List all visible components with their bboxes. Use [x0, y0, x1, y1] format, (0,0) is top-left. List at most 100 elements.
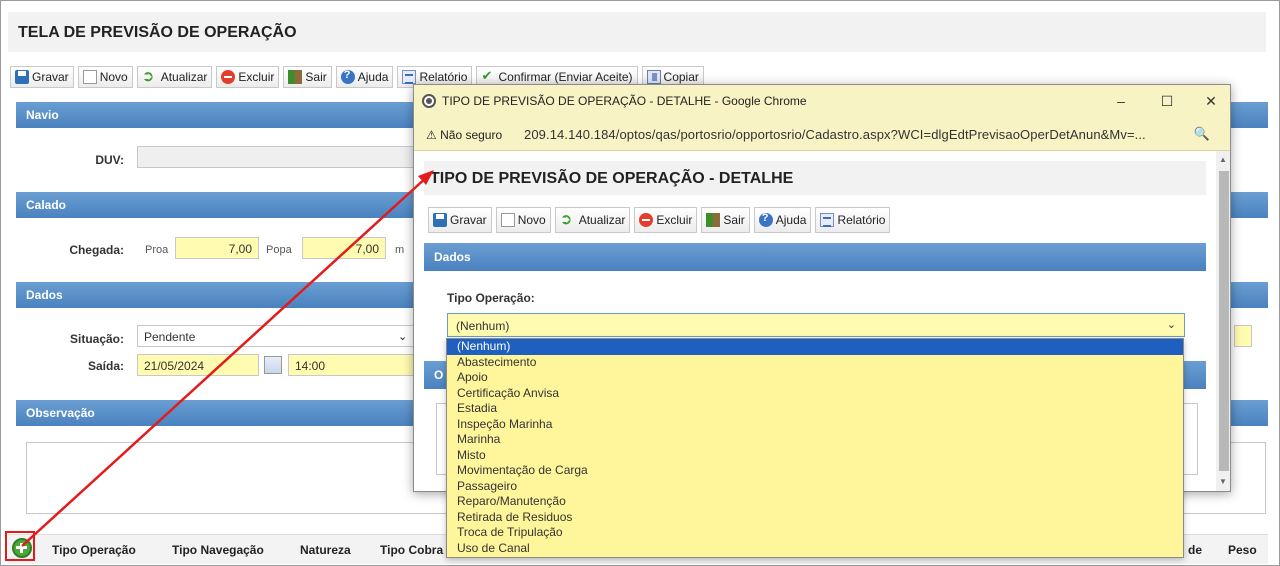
help-icon — [758, 212, 773, 227]
scroll-up-icon[interactable]: ▲ — [1219, 155, 1227, 164]
chegada-label: Chegada: — [69, 243, 124, 257]
report-icon — [402, 70, 417, 84]
tipo-operacao-selected: (Nenhum) — [456, 319, 510, 333]
new-label: Novo — [99, 70, 128, 84]
option-apoio[interactable]: Apoio — [447, 370, 1183, 386]
maximize-button[interactable]: ☐ — [1152, 91, 1182, 111]
scroll-down-icon[interactable]: ▼ — [1219, 477, 1227, 486]
option-uso-de-canal[interactable]: Uso de Canal — [447, 541, 1183, 557]
exit-icon — [706, 213, 721, 227]
delete-icon — [639, 213, 654, 227]
copy-label: Copiar — [663, 70, 699, 84]
col-peso[interactable]: Peso — [1228, 543, 1257, 557]
option-abastecimento[interactable]: Abastecimento — [447, 355, 1183, 371]
option-movimentacao-de-carga[interactable]: Movimentação de Carga — [447, 463, 1183, 479]
tipo-operacao-select[interactable]: (Nenhum) ⌄ — [447, 313, 1185, 337]
copy-icon — [646, 70, 661, 84]
col-tipo-navegacao[interactable]: Tipo Navegação — [172, 543, 264, 557]
new-document-icon — [500, 213, 515, 227]
situacao-label: Situação: — [69, 332, 124, 346]
calendar-icon[interactable] — [264, 356, 282, 374]
popup-help-button[interactable]: Ajuda — [753, 207, 812, 233]
saida-date-field[interactable]: 21/05/2024 — [137, 354, 259, 376]
duv-field[interactable] — [137, 146, 417, 168]
proa-field[interactable]: 7,00 — [175, 237, 259, 259]
address-url[interactable]: 209.14.140.184/optos/qas/portosrio/oppor… — [524, 127, 1146, 142]
security-warning-label: Não seguro — [440, 128, 503, 142]
chevron-down-icon: ⌄ — [398, 331, 408, 343]
help-icon — [340, 69, 355, 84]
option-certificacao-anvisa[interactable]: Certificação Anvisa — [447, 386, 1183, 402]
unit-label: m — [395, 244, 405, 256]
save-button[interactable]: Gravar — [10, 66, 74, 88]
exit-button[interactable]: Sair — [283, 66, 332, 88]
delete-icon — [221, 70, 236, 84]
option-troca-de-tripulacao[interactable]: Troca de Tripulação — [447, 525, 1183, 541]
option-nenhum[interactable]: (Nenhum) — [447, 339, 1183, 355]
new-button[interactable]: Novo — [77, 66, 133, 88]
report-icon — [820, 213, 835, 227]
tipo-operacao-dropdown[interactable]: (Nenhum) Abastecimento Apoio Certificaçã… — [446, 338, 1184, 558]
right-yellow-field[interactable] — [1234, 325, 1252, 347]
popup-refresh-label: Atualizar — [578, 213, 626, 227]
option-estadia[interactable]: Estadia — [447, 401, 1183, 417]
popup-page-title: TIPO DE PREVISÃO DE OPERAÇÃO - DETALHE — [424, 161, 1206, 195]
popup-scrollbar[interactable]: ▲ ▼ — [1216, 151, 1230, 491]
proa-label: Proa — [145, 244, 169, 256]
security-warning[interactable]: ⚠ Não seguro — [426, 128, 502, 142]
zoom-icon[interactable]: 🔍 — [1194, 126, 1210, 142]
popup-help-label: Ajuda — [775, 213, 807, 227]
scroll-thumb[interactable] — [1219, 171, 1229, 471]
save-icon — [433, 213, 447, 227]
saida-label: Saída: — [87, 359, 124, 373]
confirm-label: Confirmar (Enviar Aceite) — [498, 70, 633, 84]
col-natureza[interactable]: Natureza — [300, 543, 351, 557]
popa-field[interactable]: 7,00 — [302, 237, 386, 259]
option-retirada-de-residuos[interactable]: Retirada de Residuos — [447, 510, 1183, 526]
col-de[interactable]: de — [1188, 543, 1202, 557]
popup-new-button[interactable]: Novo — [495, 207, 551, 233]
popa-label: Popa — [266, 244, 292, 256]
page-title: TELA DE PREVISÃO DE OPERAÇÃO — [8, 12, 1266, 52]
col-tipo-cobranca[interactable]: Tipo Cobra — [380, 543, 443, 557]
close-button[interactable]: ✕ — [1196, 91, 1226, 111]
option-passageiro[interactable]: Passageiro — [447, 479, 1183, 495]
tipo-operacao-label: Tipo Operação: — [447, 291, 535, 305]
address-bar[interactable]: ⚠ Não seguro 209.14.140.184/optos/qas/po… — [414, 117, 1230, 151]
delete-label: Excluir — [238, 70, 275, 84]
chrome-icon — [422, 94, 436, 108]
new-document-icon — [82, 70, 97, 84]
delete-button[interactable]: Excluir — [216, 66, 280, 88]
popup-delete-button[interactable]: Excluir — [634, 207, 698, 233]
option-inspecao-marinha[interactable]: Inspeção Marinha — [447, 417, 1183, 433]
popup-exit-label: Sair — [723, 213, 745, 227]
minimize-button[interactable]: – — [1106, 91, 1136, 111]
option-reparo-manutencao[interactable]: Reparo/Manutenção — [447, 494, 1183, 510]
popup-titlebar: TIPO DE PREVISÃO DE OPERAÇÃO - DETALHE -… — [414, 85, 1230, 117]
exit-icon — [288, 70, 303, 84]
popup-save-button[interactable]: Gravar — [428, 207, 492, 233]
save-label: Gravar — [32, 70, 69, 84]
popup-exit-button[interactable]: Sair — [701, 207, 750, 233]
col-tipo-operacao[interactable]: Tipo Operação — [52, 543, 136, 557]
help-label: Ajuda — [357, 70, 389, 84]
duv-label: DUV: — [95, 153, 124, 167]
situacao-select[interactable]: Pendente — [137, 325, 417, 347]
popup-report-button[interactable]: Relatório — [815, 207, 891, 233]
popup-window-title: TIPO DE PREVISÃO DE OPERAÇÃO - DETALHE -… — [442, 94, 807, 108]
saida-time-field[interactable]: 14:00 — [288, 354, 416, 376]
annotation-highlight-box — [5, 531, 35, 561]
check-icon — [481, 68, 495, 84]
popup-new-label: Novo — [517, 213, 546, 227]
popup-save-label: Gravar — [450, 213, 487, 227]
help-button[interactable]: Ajuda — [335, 66, 394, 88]
popup-toolbar: Gravar Novo Atualizar Excluir Sair Ajuda… — [428, 207, 891, 233]
exit-label: Sair — [305, 70, 327, 84]
chevron-down-icon: ⌄ — [1166, 319, 1176, 331]
refresh-button[interactable]: Atualizar — [136, 66, 213, 88]
option-misto[interactable]: Misto — [447, 448, 1183, 464]
popup-refresh-button[interactable]: Atualizar — [554, 207, 631, 233]
report-label: Relatório — [419, 70, 468, 84]
refresh-label: Atualizar — [160, 70, 208, 84]
option-marinha[interactable]: Marinha — [447, 432, 1183, 448]
